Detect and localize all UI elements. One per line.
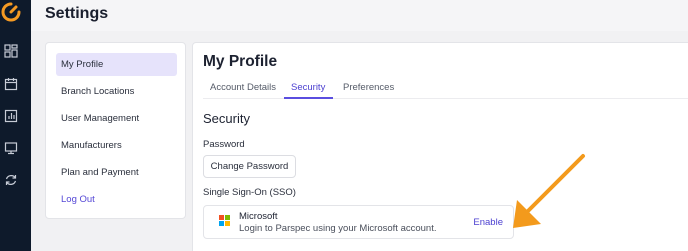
menu-item-plan-and-payment[interactable]: Plan and Payment: [56, 161, 177, 184]
sso-provider-description: Login to Parspec using your Microsoft ac…: [239, 223, 437, 234]
sso-enable-link[interactable]: Enable: [473, 217, 503, 228]
tabs-divider: [203, 98, 688, 99]
sso-provider-card: Microsoft Login to Parspec using your Mi…: [203, 205, 514, 239]
tab-preferences[interactable]: Preferences: [343, 82, 394, 93]
parspec-logo-icon[interactable]: [0, 1, 22, 23]
menu-item-branch-locations[interactable]: Branch Locations: [56, 80, 177, 103]
dashboard-icon[interactable]: [4, 44, 18, 58]
password-label: Password: [203, 139, 245, 150]
sso-provider-name: Microsoft: [239, 211, 278, 222]
tab-security[interactable]: Security: [291, 82, 325, 93]
sso-label: Single Sign-On (SSO): [203, 187, 296, 198]
refresh-icon[interactable]: [4, 173, 18, 187]
settings-menu: My Profile Branch Locations User Managem…: [45, 42, 186, 219]
monitor-icon[interactable]: [4, 141, 18, 155]
menu-item-my-profile[interactable]: My Profile: [56, 53, 177, 76]
calendar-icon[interactable]: [4, 77, 18, 91]
profile-title: My Profile: [203, 53, 278, 70]
annotation-arrow-icon: [513, 154, 585, 228]
tab-account-details[interactable]: Account Details: [210, 82, 276, 93]
app-sidebar-rail: [0, 0, 31, 251]
microsoft-logo-icon: [219, 215, 231, 227]
change-password-button[interactable]: Change Password: [203, 155, 296, 178]
active-tab-indicator: [284, 97, 333, 99]
menu-item-user-management[interactable]: User Management: [56, 107, 177, 130]
menu-item-log-out[interactable]: Log Out: [56, 188, 177, 211]
page-title: Settings: [45, 5, 109, 22]
section-title-security: Security: [203, 111, 250, 126]
chart-icon[interactable]: [4, 109, 18, 123]
menu-item-manufacturers[interactable]: Manufacturers: [56, 134, 177, 157]
